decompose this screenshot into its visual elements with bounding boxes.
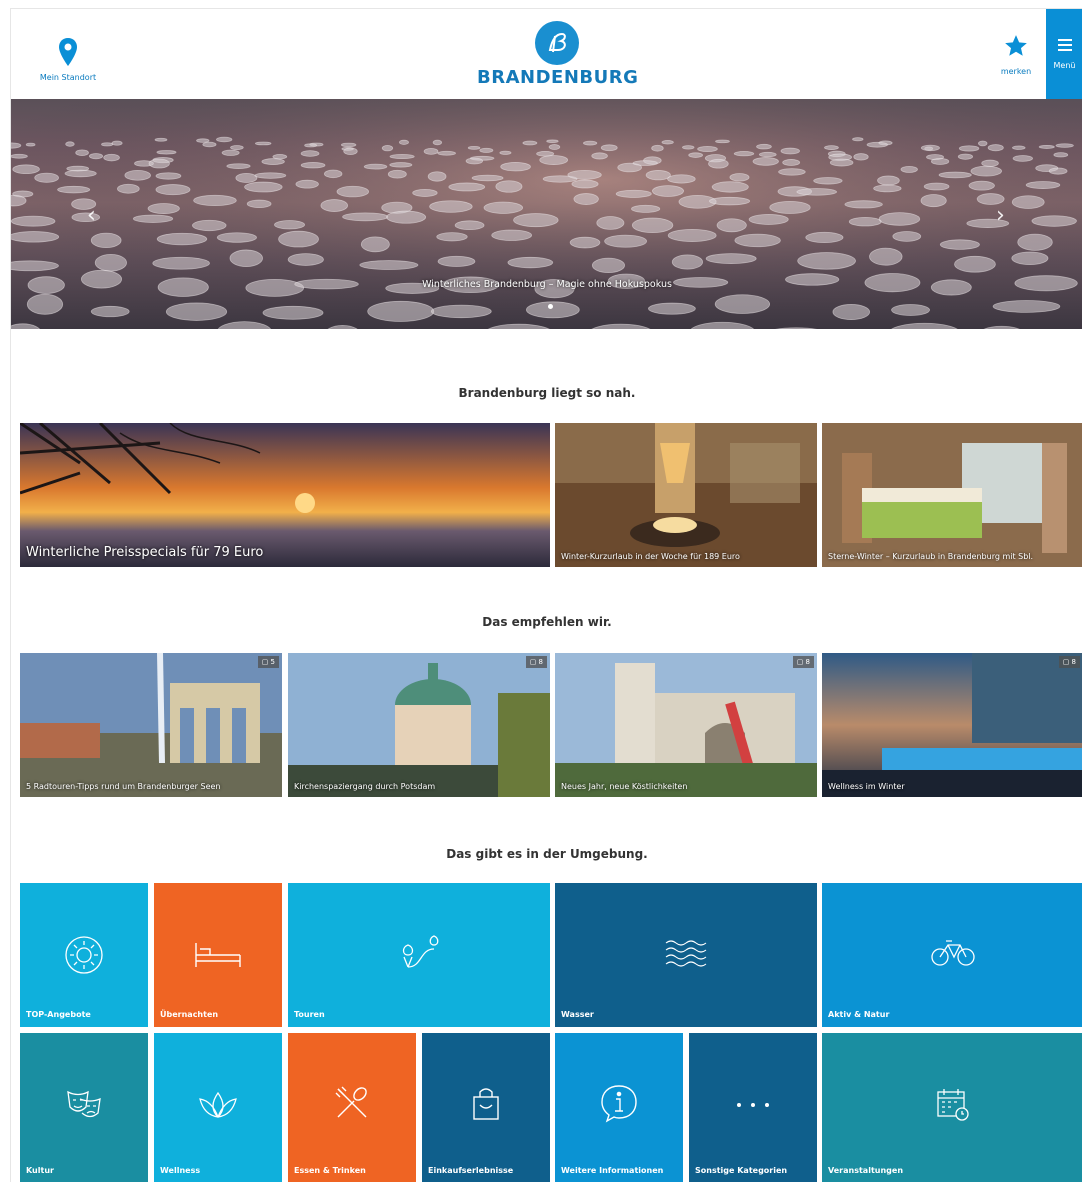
photo-count-badge: ▢ 8 — [792, 656, 814, 668]
offer-card[interactable]: Winterliche Preisspecials für 79 Euro — [20, 423, 550, 567]
slider-next-chevron-icon[interactable]: › — [996, 203, 1005, 228]
recommendation-title: Kirchenspaziergang durch Potsdam — [294, 782, 436, 792]
bookmark-button[interactable]: merken — [991, 33, 1041, 76]
menu-button[interactable]: Menü — [1046, 9, 1082, 99]
potsdam-church-image — [288, 653, 550, 797]
category-tile-top-offers[interactable]: TOP-Angebote — [20, 883, 148, 1027]
category-label: Aktiv & Natur — [828, 1010, 890, 1019]
brandenburg-eagle-icon — [535, 21, 579, 65]
recommendation-title: 5 Radtouren-Tipps rund um Brandenburger … — [26, 782, 221, 792]
shopping-bag-icon — [473, 1088, 499, 1120]
category-tile-wellness[interactable]: Wellness — [154, 1033, 282, 1182]
category-tile-overnight[interactable]: Übernachten — [154, 883, 282, 1027]
section-title-around: Das gibt es in der Umgebung. — [446, 847, 648, 861]
category-label: Touren — [294, 1010, 325, 1019]
recommendation-card[interactable]: ▢ 8 Kirchenspaziergang durch Potsdam — [288, 653, 550, 797]
fork-spoon-icon — [335, 1086, 367, 1118]
recommendation-card[interactable]: ▢ 8 Neues Jahr, neue Köstlichkeiten — [555, 653, 817, 797]
header: Mein Standort BRANDENBURG merken Menü — [11, 9, 1082, 99]
photo-count-badge: ▢ 8 — [525, 656, 547, 668]
location-pin-icon — [59, 38, 77, 66]
recommendation-card[interactable]: ▢ 8 Wellness im Winter — [822, 653, 1082, 797]
category-label: Übernachten — [160, 1010, 219, 1019]
castle-image — [555, 653, 817, 797]
category-label: Wellness — [160, 1166, 201, 1175]
sun-icon — [65, 936, 103, 974]
category-tile-other[interactable]: Sonstige Kategorien — [689, 1033, 817, 1182]
route-icon — [402, 935, 439, 968]
category-tile-food-drink[interactable]: Essen & Trinken — [288, 1033, 416, 1182]
hamburger-icon — [1057, 39, 1072, 51]
offer-title: Sterne-Winter – Kurzurlaub in Brandenbur… — [828, 552, 1034, 562]
category-label: Veranstaltungen — [828, 1166, 904, 1175]
category-tile-events[interactable]: Veranstaltungen — [822, 1033, 1082, 1182]
menu-label: Menü — [1053, 61, 1076, 70]
brandenburg-gate-image — [20, 653, 282, 797]
category-tile-tours[interactable]: Touren — [288, 883, 550, 1027]
offer-title: Winter-Kurzurlaub in der Woche für 189 E… — [561, 552, 740, 562]
hero-caption: Winterliches Brandenburg – Magie ohne Ho… — [422, 279, 672, 290]
category-label: Wasser — [561, 1010, 594, 1019]
spa-lobby-image — [555, 423, 817, 567]
recommendation-title: Wellness im Winter — [828, 782, 905, 792]
brand-logo[interactable]: BRANDENBURG — [477, 21, 639, 88]
category-tile-active-nature[interactable]: Aktiv & Natur — [822, 883, 1082, 1027]
category-label: Kultur — [26, 1166, 54, 1175]
photo-count-badge: ▢ 5 — [257, 656, 279, 668]
section-title-near: Brandenburg liegt so nah. — [458, 386, 636, 400]
hero-image — [11, 99, 1082, 329]
lotus-icon — [199, 1091, 237, 1118]
offer-card[interactable]: Winter-Kurzurlaub in der Woche für 189 E… — [555, 423, 817, 567]
section-title-recommend: Das empfehlen wir. — [482, 615, 612, 629]
brand-name: BRANDENBURG — [477, 67, 639, 88]
waves-icon — [665, 940, 707, 967]
bed-icon — [195, 943, 241, 967]
calendar-icon — [937, 1089, 969, 1121]
category-tile-water[interactable]: Wasser — [555, 883, 817, 1027]
more-dots-icon — [737, 1103, 769, 1107]
page: Mein Standort BRANDENBURG merken Menü ‹ … — [10, 8, 1082, 1182]
category-label: Essen & Trinken — [294, 1166, 366, 1175]
category-tile-culture[interactable]: Kultur — [20, 1033, 148, 1182]
bookmark-label: merken — [1000, 67, 1032, 76]
category-label: Einkaufserlebnisse — [428, 1166, 514, 1175]
bicycle-icon — [931, 940, 975, 966]
slider-prev-chevron-icon[interactable]: ‹ — [87, 203, 96, 228]
info-icon — [601, 1085, 637, 1123]
category-tile-shopping[interactable]: Einkaufserlebnisse — [422, 1033, 550, 1182]
hero-slider[interactable]: ‹ › Winterliches Brandenburg – Magie ohn… — [11, 99, 1082, 329]
my-location-button[interactable]: Mein Standort — [33, 37, 103, 82]
recommendation-card[interactable]: ▢ 5 5 Radtouren-Tipps rund um Brandenbur… — [20, 653, 282, 797]
slider-dot[interactable] — [548, 304, 553, 309]
hotel-room-image — [822, 423, 1082, 567]
star-icon — [1005, 35, 1027, 56]
category-tile-more-info[interactable]: Weitere Informationen — [555, 1033, 683, 1182]
category-label: Weitere Informationen — [561, 1166, 664, 1175]
photo-count-badge: ▢ 8 — [1058, 656, 1080, 668]
wellness-pool-image — [822, 653, 1082, 797]
category-label: TOP-Angebote — [26, 1010, 91, 1019]
recommendation-title: Neues Jahr, neue Köstlichkeiten — [561, 782, 688, 792]
offer-title: Winterliche Preisspecials für 79 Euro — [26, 545, 264, 561]
theatre-masks-icon — [67, 1090, 101, 1118]
my-location-label: Mein Standort — [39, 73, 97, 82]
offer-card[interactable]: Sterne-Winter – Kurzurlaub in Brandenbur… — [822, 423, 1082, 567]
category-label: Sonstige Kategorien — [695, 1166, 788, 1175]
